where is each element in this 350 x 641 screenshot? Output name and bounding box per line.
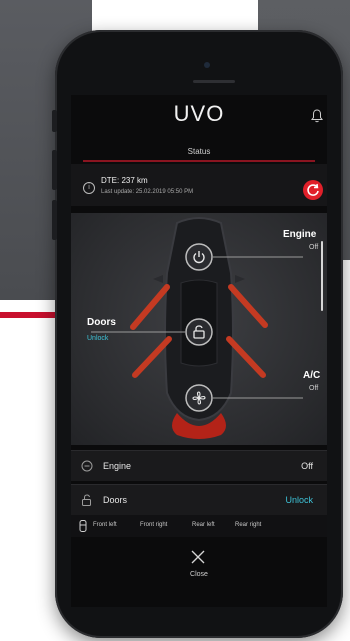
close-icon[interactable] <box>190 549 206 565</box>
app-logo: UVO <box>173 101 225 126</box>
unlock-icon[interactable] <box>192 325 206 339</box>
close-button-label[interactable]: Close <box>71 571 327 578</box>
engine-label: Engine <box>283 229 317 240</box>
dte-text: DTE: 237 km <box>101 176 148 185</box>
ac-label: A/C <box>303 370 321 381</box>
engine-value: Off <box>309 244 319 251</box>
engine-row-label: Engine <box>103 461 132 471</box>
doors-value: Unlock <box>87 335 109 342</box>
car-doors-icon <box>79 520 87 532</box>
engine-row-value: Off <box>301 461 313 471</box>
page-title: Status <box>187 147 211 156</box>
doors-row-label: Doors <box>103 495 128 505</box>
refresh-icon <box>307 183 319 196</box>
status-info-bar: i DTE: 237 km Last update: 25.02.2019 05… <box>71 164 327 206</box>
car-status-visual: Engine Off Doors Unlock A/C Off <box>71 213 327 445</box>
doors-status-row[interactable]: Doors Unlock <box>71 484 327 515</box>
unlock-icon <box>82 494 91 506</box>
door-rear-right: Rear right <box>235 522 262 528</box>
power-icon[interactable] <box>192 250 206 264</box>
door-front-left: Front left <box>93 522 117 528</box>
refresh-button[interactable] <box>303 180 323 200</box>
fan-icon[interactable] <box>192 391 206 405</box>
front-camera <box>204 62 210 68</box>
bell-icon[interactable] <box>311 109 323 123</box>
phone-volume-down <box>52 200 57 240</box>
engine-status-row[interactable]: Engine Off <box>71 450 327 481</box>
ac-value: Off <box>309 385 319 392</box>
phone-side-button <box>52 110 57 132</box>
power-icon <box>81 460 93 472</box>
doors-label: Doors <box>87 317 116 328</box>
phone-volume-up <box>52 150 57 190</box>
close-area: Close <box>71 543 327 583</box>
door-rear-left: Rear left <box>192 522 215 528</box>
app-screen: UVO Status i DTE: 237 km Last update: 25… <box>71 95 327 607</box>
doors-row-value: Unlock <box>285 495 313 505</box>
scrollbar-thumb[interactable] <box>321 241 323 311</box>
last-update-text: Last update: 25.02.2019 05:50 PM <box>101 189 194 195</box>
door-front-right: Front right <box>140 522 168 528</box>
info-icon[interactable]: i <box>83 182 95 194</box>
header-divider <box>83 160 315 162</box>
doors-detail-row: Front left Front right Rear left Rear ri… <box>71 515 327 537</box>
earpiece-speaker <box>193 80 235 83</box>
